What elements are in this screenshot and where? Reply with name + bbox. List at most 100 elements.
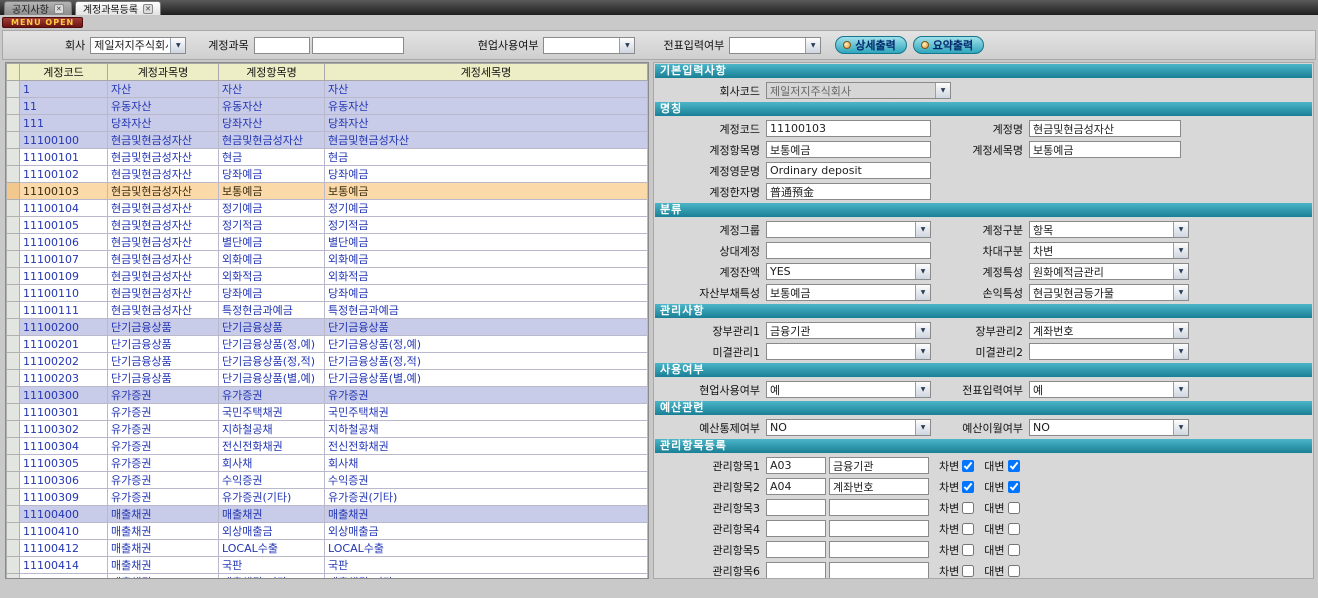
cell-item[interactable]: 매출채권 — [219, 506, 325, 523]
cell-item[interactable]: 유동자산 — [219, 98, 325, 115]
debit-checkbox[interactable] — [962, 460, 974, 472]
mgmt-item-code-input[interactable] — [766, 457, 826, 474]
counter-account-input[interactable] — [766, 242, 931, 259]
credit-checkbox[interactable] — [1008, 523, 1020, 535]
cell-name[interactable]: 매출채권 — [108, 574, 219, 580]
cell-code[interactable]: 11100410 — [20, 523, 108, 540]
row-gutter[interactable] — [7, 166, 20, 183]
cell-code[interactable]: 11100309 — [20, 489, 108, 506]
asset-char-select[interactable]: 보통예금 ▼ — [766, 284, 931, 301]
cell-name[interactable]: 현금및현금성자산 — [108, 234, 219, 251]
table-row[interactable]: 11100102현금및현금성자산당좌예금당좌예금 — [7, 166, 648, 183]
row-gutter[interactable] — [7, 353, 20, 370]
row-gutter[interactable] — [7, 234, 20, 251]
cell-item[interactable]: 유가증권 — [219, 387, 325, 404]
row-gutter[interactable] — [7, 438, 20, 455]
table-row[interactable]: 11100111현금및현금성자산특정현금과예금특정현금과예금 — [7, 302, 648, 319]
mgmt-item-code-input[interactable] — [766, 478, 826, 495]
row-gutter[interactable] — [7, 455, 20, 472]
credit-checkbox[interactable] — [1008, 502, 1020, 514]
cell-item[interactable]: 외상매출금 — [219, 523, 325, 540]
mgmt-item-name-input[interactable] — [829, 541, 929, 558]
cell-detail[interactable]: 외상매출금 — [325, 523, 648, 540]
cell-item[interactable]: 회사채 — [219, 455, 325, 472]
table-row[interactable]: 11100203단기금융상품단기금융상품(별,예)단기금융상품(별,예) — [7, 370, 648, 387]
cell-detail[interactable]: 단기금융상품(정,적) — [325, 353, 648, 370]
book2-select[interactable]: 계좌번호 ▼ — [1029, 322, 1189, 339]
cell-detail[interactable]: 정기적금 — [325, 217, 648, 234]
cell-code[interactable]: 11100203 — [20, 370, 108, 387]
cell-item[interactable]: 단기금융상품(별,예) — [219, 370, 325, 387]
row-gutter[interactable] — [7, 98, 20, 115]
cell-item[interactable]: 보통예금 — [219, 183, 325, 200]
table-row[interactable]: 11100110현금및현금성자산당좌예금당좌예금 — [7, 285, 648, 302]
tab-account-registration[interactable]: 계정과목등록 ✕ — [75, 1, 161, 15]
cell-detail[interactable]: 특정현금과예금 — [325, 302, 648, 319]
cell-code[interactable]: 11100105 — [20, 217, 108, 234]
row-gutter[interactable] — [7, 557, 20, 574]
cell-name[interactable]: 현금및현금성자산 — [108, 285, 219, 302]
cell-item[interactable]: 정기적금 — [219, 217, 325, 234]
open1-select[interactable]: ▼ — [766, 343, 931, 360]
table-row[interactable]: 11100410매출채권외상매출금외상매출금 — [7, 523, 648, 540]
mgmt-item-code-input[interactable] — [766, 562, 826, 579]
cell-name[interactable]: 현금및현금성자산 — [108, 200, 219, 217]
cell-item[interactable]: 현금 — [219, 149, 325, 166]
close-icon[interactable]: ✕ — [143, 4, 153, 14]
row-gutter[interactable] — [7, 506, 20, 523]
english-name-input[interactable] — [766, 162, 931, 179]
book1-select[interactable]: 금융기관 ▼ — [766, 322, 931, 339]
cell-name[interactable]: 유가증권 — [108, 404, 219, 421]
cell-code[interactable]: 11100106 — [20, 234, 108, 251]
table-row[interactable]: 11100304유가증권전신전화채권전신전화채권 — [7, 438, 648, 455]
debit-checkbox[interactable] — [962, 565, 974, 577]
cell-name[interactable]: 현금및현금성자산 — [108, 166, 219, 183]
table-row[interactable]: 11100309유가증권유가증권(기타)유가증권(기타) — [7, 489, 648, 506]
cell-detail[interactable]: 유동자산 — [325, 98, 648, 115]
balance-select[interactable]: YES ▼ — [766, 263, 931, 280]
row-gutter[interactable] — [7, 200, 20, 217]
row-gutter[interactable] — [7, 319, 20, 336]
mgmt-item-name-input[interactable] — [829, 562, 929, 579]
cell-code[interactable]: 11100110 — [20, 285, 108, 302]
detail-print-button[interactable]: 상세출력 — [835, 36, 906, 54]
cell-code[interactable]: 11100304 — [20, 438, 108, 455]
company-code-select[interactable]: 제일저지주식회사 ▼ — [766, 82, 951, 99]
cell-name[interactable]: 현금및현금성자산 — [108, 251, 219, 268]
cell-code[interactable]: 11100200 — [20, 319, 108, 336]
menu-open-button[interactable]: MENU OPEN — [2, 17, 83, 28]
row-gutter[interactable] — [7, 387, 20, 404]
cell-detail[interactable]: 매출채권(기타) — [325, 574, 648, 580]
cell-name[interactable]: 단기금융상품 — [108, 353, 219, 370]
cell-item[interactable]: 외화예금 — [219, 251, 325, 268]
account-group-select[interactable]: ▼ — [766, 221, 931, 238]
close-icon[interactable]: ✕ — [54, 4, 64, 14]
row-gutter[interactable] — [7, 149, 20, 166]
cell-name[interactable]: 자산 — [108, 81, 219, 98]
cell-detail[interactable]: 국민주택채권 — [325, 404, 648, 421]
cell-detail[interactable]: 당좌예금 — [325, 166, 648, 183]
cell-item[interactable]: 매출채권(기타) — [219, 574, 325, 580]
row-gutter[interactable] — [7, 217, 20, 234]
table-row[interactable]: 11100201단기금융상품단기금융상품(정,예)단기금융상품(정,예) — [7, 336, 648, 353]
cell-name[interactable]: 매출채권 — [108, 557, 219, 574]
cell-name[interactable]: 현금및현금성자산 — [108, 217, 219, 234]
credit-checkbox[interactable] — [1008, 481, 1020, 493]
cell-code[interactable]: 11100414 — [20, 557, 108, 574]
detail-name-input[interactable] — [1029, 141, 1181, 158]
account-name-filter-input[interactable] — [312, 37, 404, 54]
cell-name[interactable]: 유가증권 — [108, 489, 219, 506]
cell-item[interactable]: 자산 — [219, 81, 325, 98]
cell-detail[interactable]: 국판 — [325, 557, 648, 574]
row-gutter[interactable] — [7, 523, 20, 540]
cell-name[interactable]: 유가증권 — [108, 421, 219, 438]
cell-name[interactable]: 단기금융상품 — [108, 336, 219, 353]
account-name-input[interactable] — [1029, 120, 1181, 137]
table-row[interactable]: 11100109현금및현금성자산외화적금외화적금 — [7, 268, 648, 285]
debit-checkbox[interactable] — [962, 523, 974, 535]
mgmt-item-code-input[interactable] — [766, 499, 826, 516]
row-gutter[interactable] — [7, 574, 20, 580]
row-gutter[interactable] — [7, 404, 20, 421]
table-row[interactable]: 11100104현금및현금성자산정기예금정기예금 — [7, 200, 648, 217]
table-row[interactable]: 111당좌자산당좌자산당좌자산 — [7, 115, 648, 132]
